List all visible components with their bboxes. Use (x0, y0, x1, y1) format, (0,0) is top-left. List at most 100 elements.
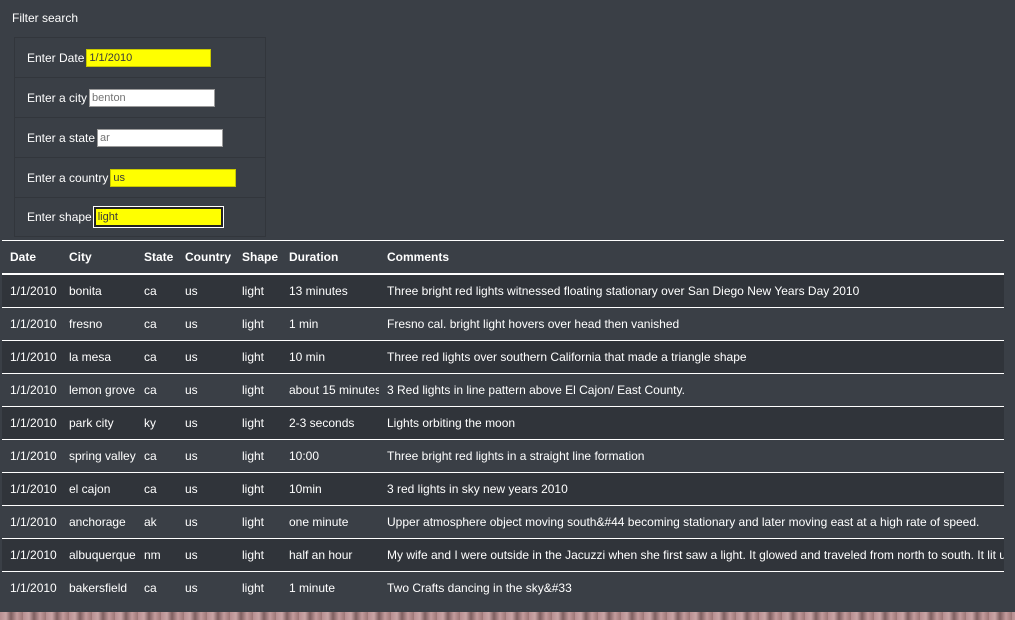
table-row: 1/1/2010 el cajon ca us light 10min 3 red ligh… (2, 472, 1004, 505)
table-row: 1/1/2010 park city ky us light 2-3 seconds Lig… (2, 406, 1004, 439)
shape-input[interactable] (93, 207, 223, 227)
state-input[interactable] (97, 128, 224, 147)
cell-city: fresno (69, 316, 103, 331)
header-city: City (69, 249, 92, 264)
cell-comments: Three bright red lights in a straight li… (387, 448, 645, 463)
shape-label: Enter shape (27, 210, 92, 224)
cell-state: ky (144, 415, 156, 430)
table-header: Date City State Country Shape Duration C… (2, 240, 1004, 274)
table-row: 1/1/2010 albuquerque nm us light half an hour… (2, 538, 1004, 571)
cell-shape: light (242, 514, 265, 529)
cell-country: us (185, 382, 198, 397)
cell-state: ca (144, 283, 157, 298)
cell-state: ca (144, 349, 157, 364)
cell-country: us (185, 316, 198, 331)
cell-city: anchorage (69, 514, 126, 529)
cell-country: us (185, 481, 198, 496)
cell-duration: 1 min (289, 316, 319, 331)
cell-city: albuquerque (69, 547, 136, 562)
date-input[interactable] (86, 48, 212, 67)
cell-comments: Lights orbiting the moon (387, 415, 516, 430)
cell-shape: light (242, 580, 265, 595)
date-label: Enter Date (27, 50, 85, 65)
results-table: Date City State Country Shape Duration C… (2, 240, 1004, 604)
filter-item-country: Enter a country (14, 157, 266, 197)
cell-city: park city (69, 415, 114, 430)
cell-comments: Three red lights over southern Californi… (387, 349, 747, 364)
country-input[interactable] (110, 168, 237, 187)
cell-date: 1/1/2010 (10, 415, 57, 430)
cell-date: 1/1/2010 (10, 283, 57, 298)
city-input[interactable] (89, 88, 216, 107)
cell-date: 1/1/2010 (10, 547, 57, 562)
cell-city: bonita (69, 283, 102, 298)
filter-item-date: Enter Date (14, 37, 266, 77)
cell-country: us (185, 415, 198, 430)
cell-city: la mesa (69, 349, 112, 364)
cell-country: us (185, 448, 198, 463)
cell-country: us (185, 283, 198, 298)
cell-duration: half an hour (289, 547, 353, 562)
cell-state: nm (144, 547, 161, 562)
cell-state: ca (144, 316, 157, 331)
cell-shape: light (242, 481, 265, 496)
table-row: 1/1/2010 bonita ca us light 13 minutes Three b… (2, 273, 1004, 307)
cell-country: us (185, 547, 198, 562)
cell-shape: light (242, 547, 265, 562)
table-row: 1/1/2010 fresno ca us light 1 min Fresno cal. … (2, 307, 1004, 340)
cell-state: ca (144, 448, 157, 463)
header-state: State (144, 249, 174, 264)
header-shape: Shape (242, 249, 279, 264)
country-label: Enter a country (27, 170, 109, 185)
cell-duration: 10min (289, 481, 322, 496)
cell-country: us (185, 580, 198, 595)
filter-list: Enter Date Enter a city Enter a state En… (14, 37, 266, 237)
cell-shape: light (242, 382, 265, 397)
header-comments: Comments (387, 249, 450, 264)
cell-city: spring valley (69, 448, 136, 463)
cell-comments: My wife and I were outside in the Jacuzz… (387, 547, 1004, 562)
cell-shape: light (242, 448, 265, 463)
cell-state: ca (144, 580, 157, 595)
cell-date: 1/1/2010 (10, 316, 57, 331)
cell-shape: light (242, 316, 265, 331)
cell-comments: Fresno cal. bright light hovers over hea… (387, 316, 680, 331)
table-body: 1/1/2010 bonita ca us light 13 minutes Three b… (2, 273, 1004, 604)
header-date: Date (10, 249, 37, 264)
filter-item-shape: Enter shape (14, 197, 266, 237)
cell-city: lemon grove (69, 382, 136, 397)
state-label: Enter a state (27, 130, 96, 145)
cell-date: 1/1/2010 (10, 514, 57, 529)
cell-shape: light (242, 283, 265, 298)
table-row: 1/1/2010 anchorage ak us light one minute Uppe… (2, 505, 1004, 538)
header-row: Date City State Country Shape Duration C… (2, 240, 1004, 274)
cell-shape: light (242, 349, 265, 364)
city-label: Enter a city (27, 90, 88, 105)
cell-duration: one minute (289, 514, 349, 529)
table-row: 1/1/2010 spring valley ca us light 10:00 Three… (2, 439, 1004, 472)
cell-date: 1/1/2010 (10, 349, 57, 364)
cell-duration: 13 minutes (289, 283, 348, 298)
cell-comments: Three bright red lights witnessed floati… (387, 283, 860, 298)
cell-comments: Two Crafts dancing in the sky&#33 (387, 580, 572, 595)
background-image-strip (0, 612, 1015, 620)
cell-duration: 2-3 seconds (289, 415, 355, 430)
page: Filter search Enter Date Enter a city En… (0, 0, 1004, 612)
cell-shape: light (242, 415, 265, 430)
header-duration: Duration (289, 249, 339, 264)
filter-title: Filter search (12, 11, 79, 25)
header-country: Country (185, 249, 231, 264)
cell-date: 1/1/2010 (10, 481, 57, 496)
cell-state: ak (144, 514, 157, 529)
cell-duration: 1 minute (289, 580, 336, 595)
cell-date: 1/1/2010 (10, 448, 57, 463)
filter-item-city: Enter a city (14, 77, 266, 117)
table-row: 1/1/2010 lemon grove ca us light about 15 min… (2, 373, 1004, 406)
cell-country: us (185, 349, 198, 364)
cell-duration: 10 min (289, 349, 326, 364)
cell-duration: about 15 minutes (289, 382, 379, 397)
cell-date: 1/1/2010 (10, 382, 57, 397)
cell-comments: 3 Red lights in line pattern above El Ca… (387, 382, 685, 397)
table-row: 1/1/2010 bakersfield ca us light 1 minute Two … (2, 571, 1004, 604)
cell-state: ca (144, 481, 157, 496)
